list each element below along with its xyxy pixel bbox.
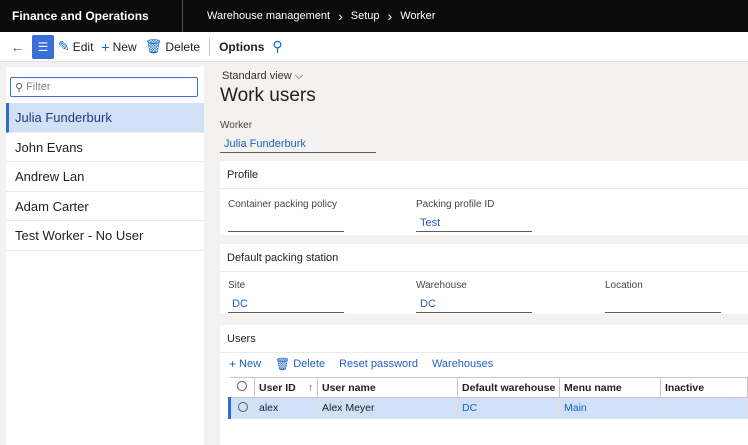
breadcrumb-setup[interactable]: Setup: [351, 10, 380, 22]
col-user-id[interactable]: User ID ↑: [254, 377, 318, 398]
list-item[interactable]: John Evans: [6, 133, 204, 162]
profile-header[interactable]: Profile: [220, 161, 748, 189]
packing-profile-id-field: Packing profile ID Test: [416, 199, 532, 232]
delete-label: Delete: [165, 39, 201, 54]
action-bar: ← ☰ ✎ Edit + New 🗑 Delete Options ⚲: [0, 32, 748, 62]
breadcrumb-warehouse-management[interactable]: Warehouse management: [207, 10, 330, 22]
view-label: Standard view: [222, 70, 292, 82]
main-content: Standard view ⌵ Work users Worker Julia …: [218, 62, 748, 445]
menu-button[interactable]: ☰: [32, 34, 54, 59]
new-label: New: [112, 39, 137, 54]
list-item[interactable]: Adam Carter: [6, 192, 204, 221]
sort-up-icon: ↑: [307, 381, 314, 394]
list-item[interactable]: Julia Funderburk: [6, 103, 204, 133]
col-user-name[interactable]: User name: [317, 377, 458, 398]
col-inactive[interactable]: Inactive: [660, 377, 748, 398]
users-grid: User ID ↑ User name Default warehouse Men…: [228, 377, 748, 419]
worker-field: Worker Julia Funderburk: [220, 120, 376, 153]
delete-button[interactable]: 🗑 Delete: [141, 35, 204, 59]
app-title[interactable]: Finance and Operations Preview: [0, 0, 183, 55]
view-selector[interactable]: Standard view ⌵: [222, 70, 303, 83]
new-button[interactable]: + New: [97, 35, 140, 59]
worker-label: Worker: [220, 120, 253, 131]
top-nav-bar: Finance and Operations Preview Warehouse…: [0, 0, 748, 55]
profile-section: Profile Container packing policy Packing…: [220, 161, 748, 235]
worker-value[interactable]: Julia Funderburk: [220, 136, 376, 153]
default-packing-station-section: Default packing station Site DC Warehous…: [220, 244, 748, 314]
chevron-down-icon: ⌵: [294, 70, 304, 82]
cell-menu-name[interactable]: Main: [559, 397, 661, 419]
cell-user-id[interactable]: alex: [254, 397, 318, 419]
worker-list-pane: ⚲ Julia Funderburk John Evans Andrew Lan…: [6, 67, 204, 445]
hamburger-icon: ☰: [37, 39, 49, 54]
pencil-icon: ✎: [58, 38, 70, 54]
warehouse-input[interactable]: DC: [416, 296, 532, 313]
warehouse-label: Warehouse: [416, 280, 467, 291]
site-field: Site DC: [228, 280, 344, 313]
back-arrow-icon: ←: [10, 38, 25, 55]
radio-icon: [236, 381, 247, 391]
cell-default-warehouse[interactable]: DC: [457, 397, 560, 419]
radio-icon: [237, 401, 248, 412]
plus-icon: +: [101, 38, 110, 55]
edit-button[interactable]: ✎ Edit: [54, 35, 97, 59]
location-input[interactable]: [605, 296, 721, 313]
location-label: Location: [605, 280, 643, 291]
worker-list: Julia Funderburk John Evans Andrew Lan A…: [6, 103, 204, 251]
filter-box[interactable]: ⚲: [10, 77, 198, 97]
edit-label: Edit: [72, 39, 94, 54]
filter-input[interactable]: [26, 81, 187, 93]
users-header[interactable]: Users: [220, 325, 748, 353]
back-button[interactable]: ←: [8, 35, 30, 59]
col-menu-name[interactable]: Menu name: [559, 377, 661, 398]
search-button[interactable]: ⚲: [268, 35, 289, 59]
list-item[interactable]: Andrew Lan: [6, 162, 204, 192]
packing-station-header[interactable]: Default packing station: [220, 244, 748, 272]
users-delete-button[interactable]: Delete: [293, 358, 325, 370]
users-toolbar: + New 🗑 Delete Reset password Warehouses: [220, 353, 507, 375]
list-item[interactable]: Test Worker - No User: [6, 221, 204, 251]
reset-password-button[interactable]: Reset password: [339, 358, 418, 370]
users-new-button[interactable]: New: [239, 358, 261, 370]
packing-profile-id-input[interactable]: Test: [416, 215, 532, 232]
col-user-id-label: User ID: [259, 381, 296, 394]
row-select-radio[interactable]: [228, 397, 255, 419]
warehouses-button[interactable]: Warehouses: [432, 358, 493, 370]
site-input[interactable]: DC: [228, 296, 344, 313]
container-packing-policy-input[interactable]: [228, 215, 344, 232]
page-title: Work users: [220, 85, 316, 106]
select-all-radio[interactable]: [229, 377, 255, 398]
cell-inactive[interactable]: [660, 397, 748, 419]
trash-icon: 🗑: [275, 357, 291, 371]
container-packing-policy-label: Container packing policy: [228, 199, 337, 210]
breadcrumb-worker[interactable]: Worker: [400, 10, 435, 22]
chevron-right-icon: ›: [338, 8, 343, 24]
table-row[interactable]: alex Alex Meyer DC Main: [228, 397, 748, 419]
search-icon: ⚲: [15, 81, 24, 94]
divider: [209, 37, 211, 56]
search-icon: ⚲: [272, 38, 283, 54]
breadcrumb: Warehouse management › Setup › Worker: [183, 8, 435, 24]
users-section: Users + New 🗑 Delete Reset password Ware…: [220, 325, 748, 445]
options-button[interactable]: Options: [215, 35, 268, 59]
chevron-right-icon: ›: [387, 8, 393, 24]
trash-icon: 🗑: [144, 38, 163, 54]
plus-icon: +: [229, 357, 237, 371]
warehouse-field: Warehouse DC: [416, 280, 532, 313]
site-label: Site: [228, 280, 246, 291]
cell-user-name[interactable]: Alex Meyer: [317, 397, 458, 419]
grid-header-row: User ID ↑ User name Default warehouse Men…: [229, 377, 748, 398]
col-default-warehouse[interactable]: Default warehouse: [457, 377, 560, 398]
container-packing-policy-field: Container packing policy: [228, 199, 344, 232]
location-field: Location: [605, 280, 721, 313]
packing-profile-id-label: Packing profile ID: [416, 199, 495, 210]
